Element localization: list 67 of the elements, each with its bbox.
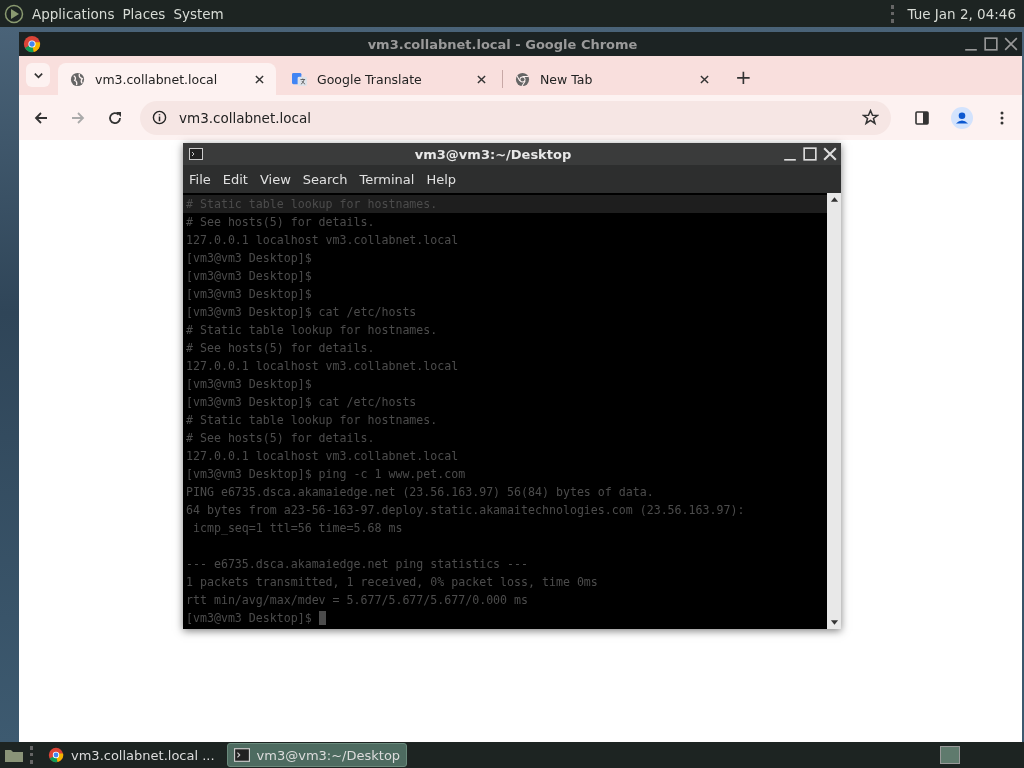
folder-icon[interactable] bbox=[4, 747, 24, 763]
panel-menu[interactable]: System bbox=[173, 5, 224, 22]
terminal-line: # Static table lookup for hostnames. bbox=[186, 322, 438, 339]
taskbar-button[interactable]: vm3@vm3:~/Desktop bbox=[226, 743, 408, 767]
maximize-icon[interactable] bbox=[984, 37, 998, 51]
panel-menu[interactable]: Applications bbox=[32, 5, 115, 22]
workspace-switcher[interactable] bbox=[940, 746, 960, 764]
menu-item[interactable]: Terminal bbox=[359, 171, 415, 187]
terminal-line: [vm3@vm3 Desktop]$ bbox=[186, 376, 312, 393]
menu-item[interactable]: Help bbox=[426, 171, 457, 187]
address-bar[interactable]: vm3.collabnet.local bbox=[140, 100, 891, 135]
menu-item[interactable]: File bbox=[189, 171, 211, 187]
terminal-line: [vm3@vm3 Desktop]$ bbox=[186, 268, 312, 285]
scroll-up-icon[interactable] bbox=[829, 195, 839, 203]
close-icon[interactable] bbox=[255, 74, 264, 84]
terminal-icon bbox=[189, 148, 203, 160]
menu-item[interactable]: View bbox=[259, 171, 291, 187]
text-cursor bbox=[318, 611, 326, 625]
browser-tab[interactable]: Google Translate bbox=[280, 63, 498, 95]
terminal-line: [vm3@vm3 Desktop]$ cat /etc/hosts bbox=[186, 394, 417, 411]
play-logo-icon[interactable] bbox=[4, 3, 24, 24]
terminal-line: rtt min/avg/max/mdev = 5.677/5.677/5.677/0.000 ms bbox=[186, 592, 529, 609]
terminal-line: 1 packets transmitted, 1 received, 0% packet loss, time 0ms bbox=[186, 574, 598, 591]
menu-item[interactable]: Search bbox=[302, 171, 348, 187]
terminal-line: [vm3@vm3 Desktop]$ bbox=[186, 250, 312, 267]
terminal-line: 127.0.0.1 localhost vm3.collabnet.local bbox=[186, 358, 459, 375]
close-icon[interactable] bbox=[700, 74, 709, 84]
close-icon[interactable] bbox=[1004, 37, 1018, 51]
close-icon[interactable] bbox=[477, 74, 486, 84]
translate-icon bbox=[292, 71, 307, 87]
side-panel-icon[interactable] bbox=[914, 109, 930, 126]
new-tab-button[interactable]: + bbox=[725, 65, 762, 89]
star-icon[interactable] bbox=[862, 109, 879, 126]
clock[interactable]: Tue Jan 2, 04:46 bbox=[907, 5, 1016, 22]
reload-icon[interactable] bbox=[107, 109, 123, 126]
chrome-logo-icon bbox=[48, 747, 64, 763]
terminal-line: # See hosts(5) for details. bbox=[186, 430, 375, 447]
window-title: vm3@vm3:~/Desktop bbox=[414, 146, 572, 162]
chrome-logo-icon bbox=[23, 35, 41, 53]
terminal-line: [vm3@vm3 Desktop]$ ping -c 1 www.pet.com bbox=[186, 466, 466, 483]
chrome-logo-icon bbox=[515, 71, 530, 87]
terminal-line: --- e6735.dsca.akamaiedge.net ping statistics --- bbox=[186, 556, 529, 573]
window-title: vm3.collabnet.local - Google Chrome bbox=[367, 36, 638, 52]
profile-icon[interactable] bbox=[951, 106, 973, 129]
terminal-line: 127.0.0.1 localhost vm3.collabnet.local bbox=[186, 448, 459, 465]
globe-icon bbox=[70, 71, 85, 87]
terminal-line: [vm3@vm3 Desktop]$ cat /etc/hosts bbox=[186, 304, 417, 321]
terminal-line: [vm3@vm3 Desktop]$ bbox=[186, 610, 313, 627]
terminal-icon bbox=[233, 747, 250, 763]
terminal-line: [vm3@vm3 Desktop]$ bbox=[186, 286, 312, 303]
terminal-line: 127.0.0.1 localhost vm3.collabnet.local bbox=[186, 232, 459, 249]
browser-tab[interactable]: vm3.collabnet.local bbox=[58, 63, 276, 95]
back-icon[interactable] bbox=[33, 109, 49, 126]
panel-menu[interactable]: Places bbox=[122, 5, 166, 22]
scrollbar[interactable] bbox=[827, 193, 841, 629]
browser-tab[interactable]: New Tab bbox=[503, 63, 721, 95]
tab-search-button[interactable] bbox=[26, 63, 50, 87]
terminal-line: # See hosts(5) for details. bbox=[186, 340, 375, 357]
terminal-line: 64 bytes from a23-56-163-97.deploy.static.akamaitechnologies.com (23.56.163.97): bbox=[186, 502, 745, 519]
taskbar-button[interactable]: vm3.collabnet.local ... bbox=[42, 744, 221, 766]
terminal-line: # See hosts(5) for details. bbox=[186, 214, 375, 231]
menu-item[interactable]: Edit bbox=[222, 171, 248, 187]
info-icon[interactable] bbox=[152, 110, 167, 125]
terminal-line: # Static table lookup for hostnames. bbox=[186, 412, 438, 429]
terminal-line: icmp_seq=1 ttl=56 time=5.68 ms bbox=[191, 520, 403, 537]
terminal-line: PING e6735.dsca.akamaiedge.net (23.56.163.97) 56(84) bytes of data. bbox=[186, 484, 654, 501]
scroll-down-icon[interactable] bbox=[829, 619, 839, 627]
